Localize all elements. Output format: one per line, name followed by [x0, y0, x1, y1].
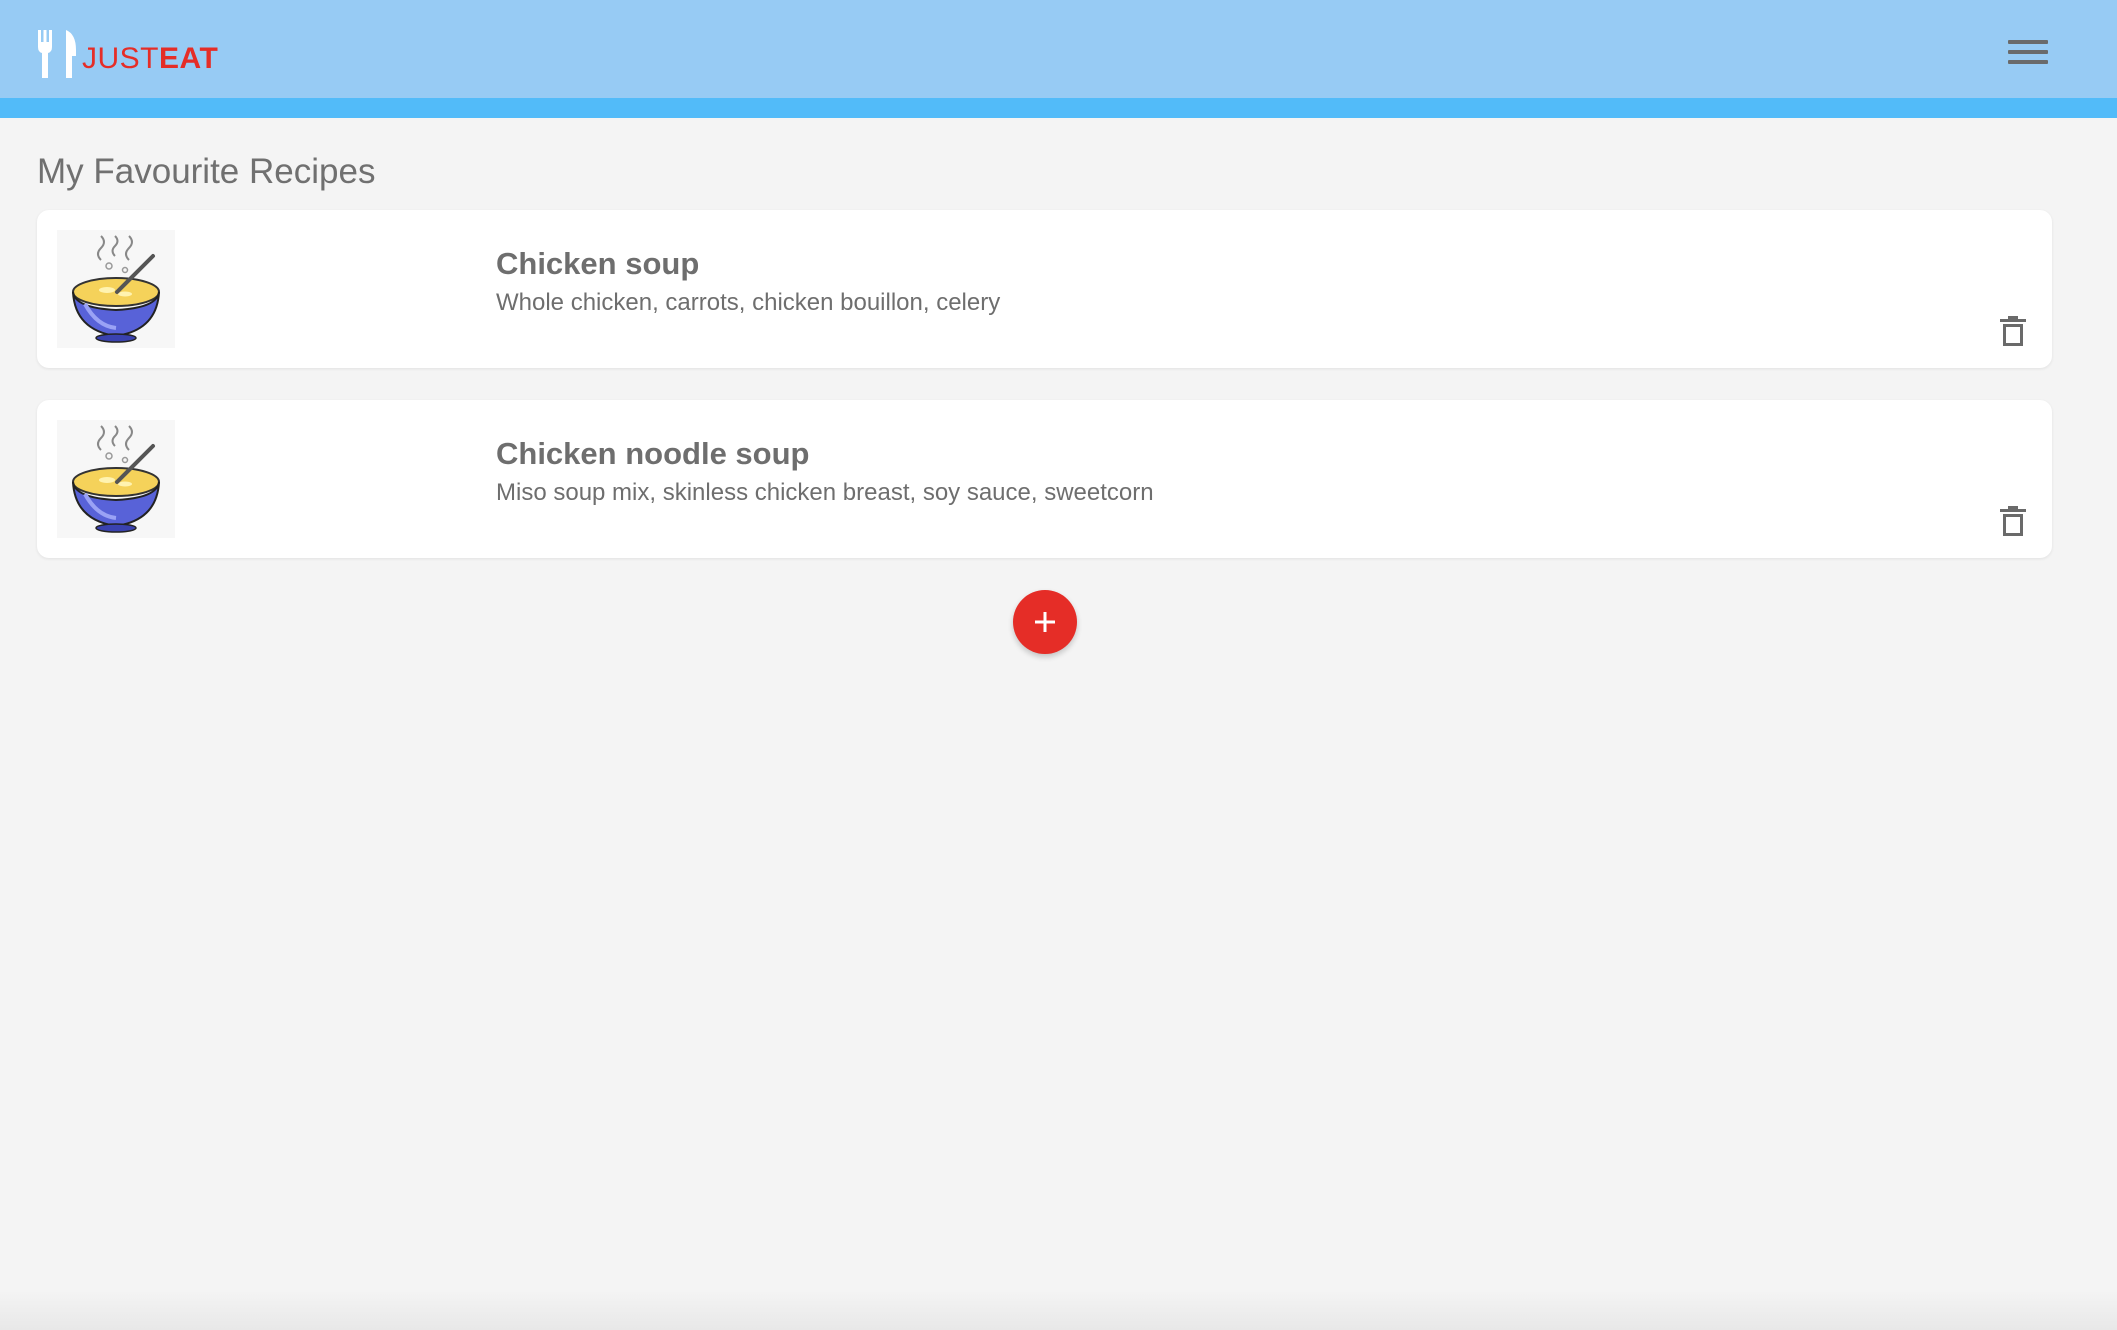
recipe-card[interactable]: Chicken noodle soup Miso soup mix, skinl… [37, 400, 2052, 558]
plus-icon [1035, 612, 1055, 632]
add-recipe-button[interactable] [1013, 590, 1077, 654]
bottom-edge-shadow [0, 1290, 2117, 1330]
recipe-ingredients: Whole chicken, carrots, chicken bouillon… [496, 289, 1001, 316]
menu-line [2008, 50, 2048, 54]
recipe-image [57, 420, 175, 538]
soup-bowl-icon [72, 425, 160, 533]
menu-line [2008, 60, 2048, 64]
trash-icon[interactable] [2000, 316, 2026, 346]
hamburger-menu-icon[interactable] [2008, 40, 2048, 68]
recipe-title: Chicken soup [496, 246, 700, 281]
recipe-image [57, 230, 175, 348]
brand-word-eat: EAT [159, 42, 219, 75]
cutlery-icon [38, 30, 76, 78]
header-accent-strip [0, 98, 2117, 118]
page-title: My Favourite Recipes [37, 152, 376, 191]
brand-word-just: JUST [82, 42, 159, 75]
recipe-title: Chicken noodle soup [496, 436, 810, 471]
brand-wordmark: JUSTEAT [82, 44, 218, 74]
recipe-ingredients: Miso soup mix, skinless chicken breast, … [496, 479, 1154, 506]
app-header [0, 0, 2117, 98]
brand-logo[interactable]: JUSTEAT [36, 30, 218, 78]
menu-line [2008, 40, 2048, 44]
trash-icon[interactable] [2000, 506, 2026, 536]
soup-bowl-icon [72, 235, 160, 343]
recipe-card[interactable]: Chicken soup Whole chicken, carrots, chi… [37, 210, 2052, 368]
